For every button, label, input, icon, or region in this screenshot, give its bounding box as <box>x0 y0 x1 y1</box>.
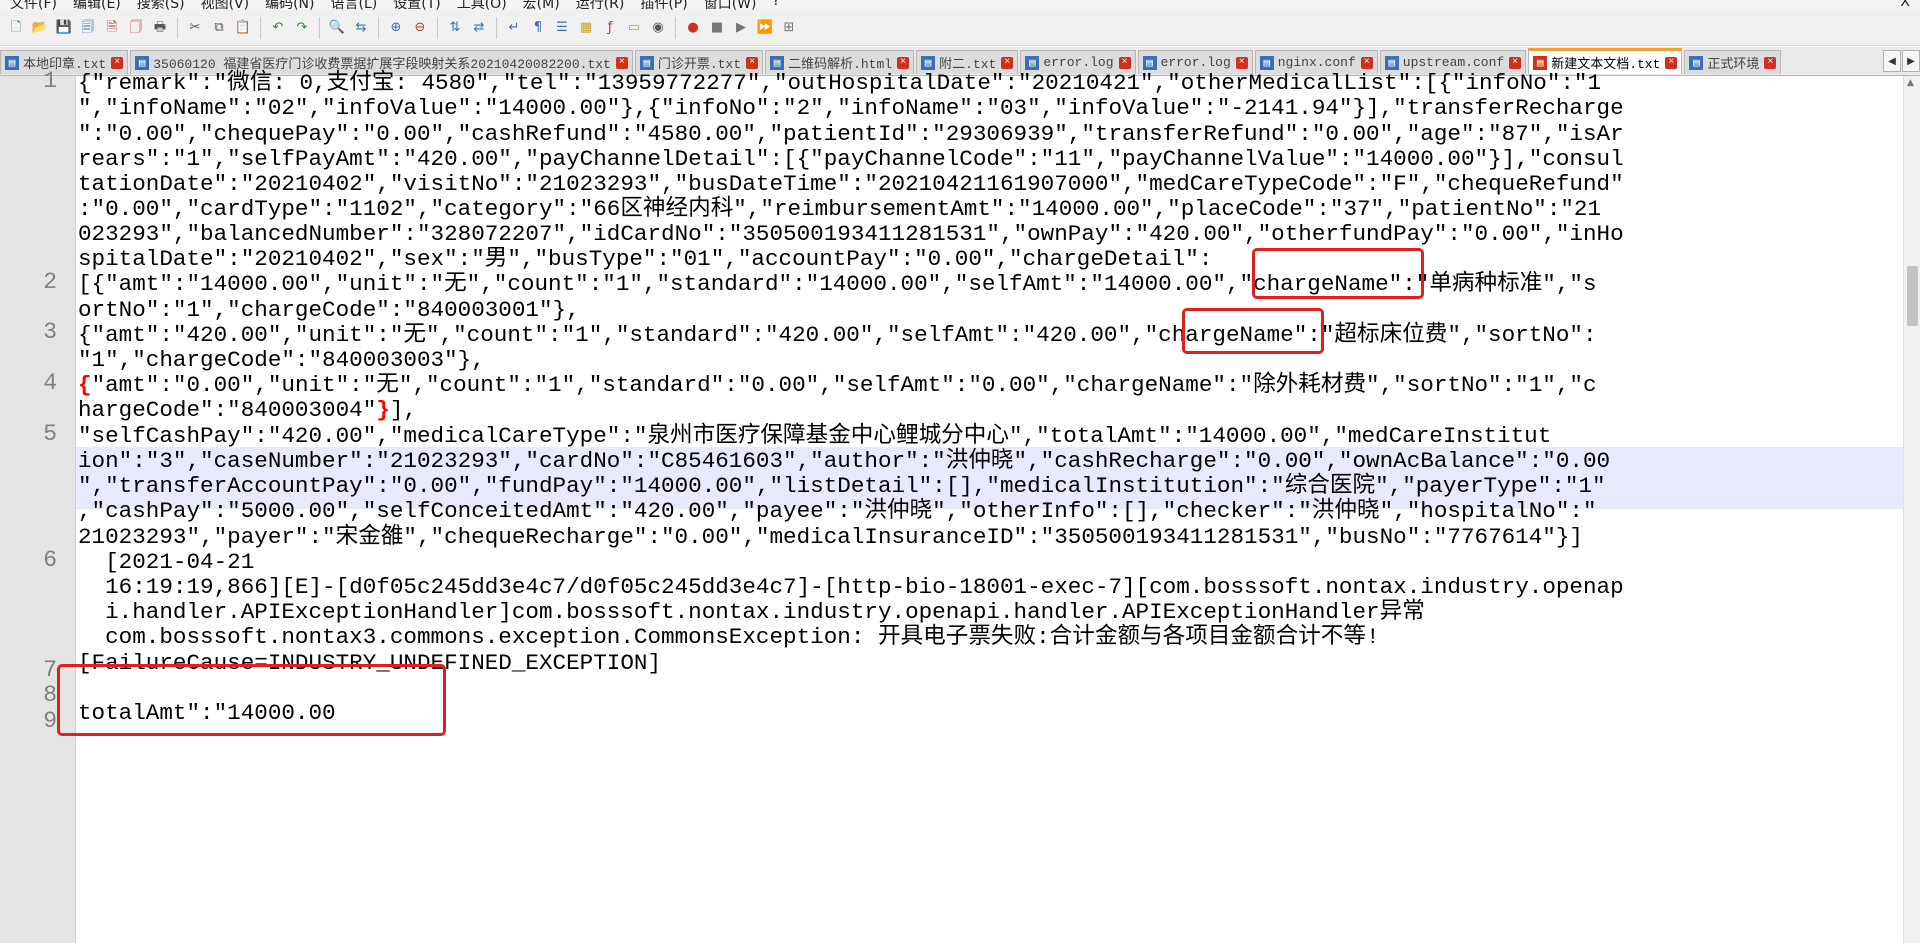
line-number: 7 <box>43 657 57 683</box>
menu-item[interactable]: 编码(N) <box>263 0 316 10</box>
menu-item[interactable]: 编辑(E) <box>71 0 123 10</box>
cut-icon[interactable]: ✂ <box>185 18 205 38</box>
menu-item[interactable]: 文件(F) <box>8 0 59 10</box>
editor-area[interactable]: 123456789 {"remark":"微信: 0,支付宝: 4580","t… <box>0 68 1920 943</box>
copy-icon[interactable]: ⧉ <box>209 18 229 38</box>
tab-close-icon[interactable]: × <box>1509 56 1522 69</box>
redo-icon[interactable]: ↷ <box>292 18 312 38</box>
show-symbols-icon[interactable]: ¶ <box>528 18 548 38</box>
tab-scroll-controls: ◀ ▶ <box>1882 50 1920 72</box>
code-text: ], <box>389 397 417 423</box>
code-line: 21023293","payer":"宋金雒","chequeRecharge"… <box>78 522 1583 553</box>
menu-row: 文件(F) 编辑(E) 搜索(S) 视图(V) 编码(N) 语言(L) 设置(T) 工具(O)… <box>8 0 782 10</box>
monitoring-icon[interactable]: ◉ <box>648 18 668 38</box>
language-icon[interactable]: ▦ <box>576 18 596 38</box>
menu-item[interactable]: 窗口(W) <box>702 0 759 10</box>
menu-item[interactable]: 搜索(S) <box>135 0 187 10</box>
sync-horizontal-icon[interactable]: ⇄ <box>469 18 489 38</box>
stop-record-icon[interactable]: ■ <box>707 18 727 38</box>
zoom-in-icon[interactable]: ⊕ <box>386 18 406 38</box>
window-close-button[interactable]: X <box>1900 0 1910 10</box>
line-number: 5 <box>43 421 57 447</box>
tab-close-icon[interactable]: × <box>1665 56 1678 69</box>
menu-item[interactable]: ? <box>771 0 782 10</box>
tab-close-icon[interactable]: × <box>1360 56 1373 69</box>
file-icon: ▤ <box>1689 55 1704 70</box>
close-all-icon[interactable]: 🗍 <box>126 18 146 38</box>
run-macro-multiple-icon[interactable]: ⏩ <box>755 18 775 38</box>
replace-icon[interactable]: ⇆ <box>351 18 371 38</box>
find-icon[interactable]: 🔍 <box>327 18 347 38</box>
toolbar-separator <box>319 16 320 39</box>
menu-bar: 文件(F) 编辑(E) 搜索(S) 视图(V) 编码(N) 语言(L) 设置(T) 工具(O)… <box>0 0 1920 10</box>
menu-item[interactable]: 运行(R) <box>574 0 627 10</box>
line-number-gutter: 1 2 3 4 5 6 789 <box>0 68 76 943</box>
tab-scroll-left-button[interactable]: ◀ <box>1883 50 1901 72</box>
tab-scroll-right-button[interactable]: ▶ <box>1902 50 1920 72</box>
scroll-up-arrow-icon[interactable]: ▲ <box>1907 78 1914 88</box>
paste-icon[interactable]: 📋 <box>233 18 253 38</box>
menu-item[interactable]: 插件(P) <box>638 0 689 10</box>
toolbar-separator <box>675 16 676 39</box>
menu-item[interactable]: 宏(M) <box>521 0 562 10</box>
menu-item[interactable]: 设置(T) <box>391 0 442 10</box>
toolbar: 🗋 📂 💾 🗐 🗎 🗍 🖶 ✂ ⧉ 📋 ↶ ↷ 🔍 ⇆ ⊕ ⊖ ⇅ ⇄ ↵ ¶ ☰ ▦ ƒ ▭ ◉ ● ■ ▶ ⏩ ⊞ <box>0 10 1920 46</box>
tab-label: 正式环境 <box>1707 57 1760 72</box>
line-number: 8 <box>43 682 57 708</box>
save-icon[interactable]: 💾 <box>54 18 74 38</box>
code-text: ","infoName":"02","infoValue":"14000.00"… <box>78 95 1624 121</box>
open-file-icon[interactable]: 📂 <box>30 18 50 38</box>
line-number: 2 <box>43 269 57 295</box>
highlight-box-total-amt <box>57 664 446 736</box>
tab-close-icon[interactable]: × <box>1001 56 1014 69</box>
tab-close-icon[interactable]: × <box>897 56 910 69</box>
toolbar-separator <box>496 16 497 39</box>
word-wrap-icon[interactable]: ↵ <box>504 18 524 38</box>
line-number: 6 <box>43 547 57 573</box>
print-icon[interactable]: 🖶 <box>150 18 170 38</box>
highlight-box-selfamt-420 <box>1182 308 1324 354</box>
code-text: com.bosssoft.nontax3.commons.exception.C… <box>78 624 1380 650</box>
file-icon: ▤ <box>5 55 19 70</box>
menu-item[interactable]: 视图(V) <box>199 0 252 10</box>
record-macro-icon[interactable]: ● <box>683 18 703 38</box>
matched-brace: } <box>376 397 390 423</box>
tab-file[interactable]: ▤ 正式环境 × <box>1684 50 1782 74</box>
toolbar-separator <box>378 16 379 39</box>
play-macro-icon[interactable]: ▶ <box>731 18 751 38</box>
tab-close-icon[interactable]: × <box>746 56 759 69</box>
menu-item[interactable]: 工具(O) <box>455 0 509 10</box>
save-all-icon[interactable]: 🗐 <box>78 18 98 38</box>
indent-guide-icon[interactable]: ☰ <box>552 18 572 38</box>
tab-close-icon[interactable]: × <box>1235 56 1248 69</box>
code-text: hargeCode":"840003004" <box>78 397 377 423</box>
zoom-out-icon[interactable]: ⊖ <box>410 18 430 38</box>
save-macro-icon[interactable]: ⊞ <box>779 18 799 38</box>
tab-close-icon[interactable]: × <box>615 56 628 69</box>
scroll-thumb[interactable] <box>1907 266 1918 326</box>
code-text: 21023293","payer":"宋金雒","chequeRecharge"… <box>78 524 1583 550</box>
undo-icon[interactable]: ↶ <box>268 18 288 38</box>
tab-close-icon[interactable]: × <box>1118 56 1131 69</box>
tab-close-icon[interactable]: × <box>1764 56 1777 69</box>
line-number: 3 <box>43 319 57 345</box>
line-number: 1 <box>43 68 57 94</box>
code-text: ,"cashPay":"5000.00","selfConceitedAmt":… <box>78 498 1597 524</box>
toolbar-separator <box>437 16 438 39</box>
line-number: 9 <box>43 708 57 734</box>
toolbar-separator <box>177 16 178 39</box>
folder-workspace-icon[interactable]: ▭ <box>624 18 644 38</box>
vertical-scrollbar[interactable]: ▲ <box>1903 76 1920 943</box>
line-number: 4 <box>43 370 57 396</box>
new-file-icon[interactable]: 🗋 <box>6 18 26 38</box>
toolbar-separator <box>260 16 261 39</box>
menu-item[interactable]: 语言(L) <box>329 0 380 10</box>
highlight-box-selfamt-14000 <box>1252 248 1424 299</box>
close-file-icon[interactable]: 🗎 <box>102 18 122 38</box>
function-list-icon[interactable]: ƒ <box>600 18 620 38</box>
sync-vertical-icon[interactable]: ⇅ <box>445 18 465 38</box>
tab-close-icon[interactable]: × <box>111 56 124 69</box>
